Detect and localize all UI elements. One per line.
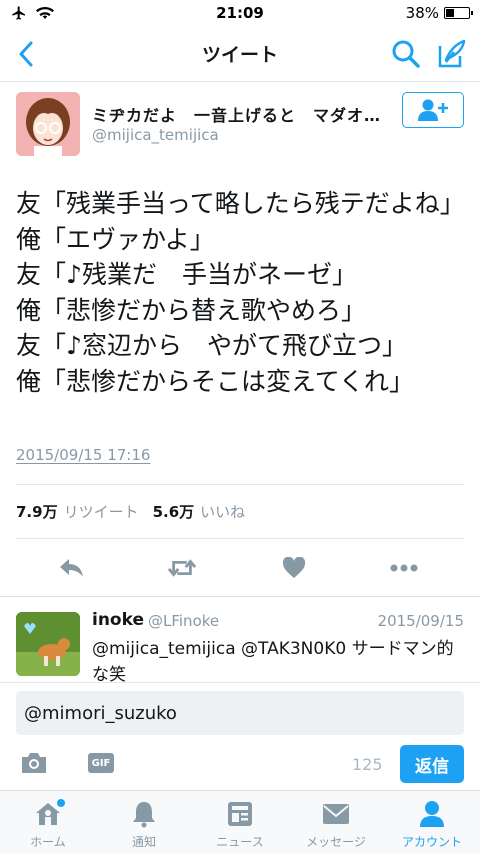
divider <box>0 596 480 597</box>
divider <box>16 484 464 485</box>
tab-account[interactable]: アカウント <box>384 791 480 854</box>
like-button[interactable] <box>280 554 308 582</box>
heart-icon <box>282 557 306 578</box>
follow-button[interactable] <box>402 92 464 128</box>
battery-percent: 38% <box>405 4 439 22</box>
char-count: 125 <box>352 755 383 774</box>
send-reply-button[interactable]: 返信 <box>400 745 464 783</box>
avatar[interactable] <box>16 92 80 156</box>
retweet-icon <box>168 559 196 577</box>
reply-avatar-image <box>16 612 80 676</box>
tab-label: 通知 <box>131 835 156 849</box>
tab-news[interactable]: ニュース <box>192 791 288 854</box>
reply-author-handle[interactable]: @LFinoke <box>148 612 219 630</box>
reply-date: 2015/09/15 <box>377 612 464 630</box>
retweet-button[interactable] <box>168 554 196 582</box>
reply-text: @mijica_temijica @TAK3N0K0 サードマン的な笑 <box>92 639 454 682</box>
divider <box>16 538 464 539</box>
search-icon <box>392 40 420 68</box>
notification-dot <box>57 799 65 807</box>
reply-avatar[interactable] <box>16 612 80 676</box>
compose-button[interactable] <box>436 38 468 70</box>
more-button[interactable] <box>390 554 418 582</box>
reply-composer: GIF 125 返信 <box>0 682 480 790</box>
tab-label: ニュース <box>216 835 264 849</box>
compose-icon <box>438 39 466 68</box>
reply-author-name[interactable]: inoke <box>92 610 144 630</box>
gif-button[interactable]: GIF <box>88 753 114 773</box>
battery-fill <box>446 9 454 17</box>
tab-label: ホーム <box>30 835 66 849</box>
reply-input[interactable] <box>16 691 464 735</box>
avatar-illustration <box>16 92 80 156</box>
display-name[interactable]: ミヂカだよ 一音上げると マダオ… <box>92 102 392 126</box>
reply-button[interactable] <box>58 554 86 582</box>
bell-icon <box>129 799 159 829</box>
add-user-icon <box>418 99 448 121</box>
user-handle[interactable]: @mijica_temijica <box>92 126 219 144</box>
status-right: 38% <box>405 4 473 22</box>
tweet-actions <box>0 550 480 586</box>
tweet-stats: 7.9万 リツイート 5.6万 いいね <box>16 501 259 522</box>
retweet-count[interactable]: 7.9万 <box>16 501 58 522</box>
nav-bar: ツイート <box>0 26 480 82</box>
tweet-text: 友「残業手当って略したら残テだよね」 俺「エヴァかよ」 友「♪残業だ 手当がネー… <box>16 189 465 396</box>
tab-notifications[interactable]: 通知 <box>96 791 192 854</box>
status-bar: 21:09 38% <box>0 0 480 26</box>
search-button[interactable] <box>390 38 422 70</box>
home-icon <box>33 799 65 829</box>
camera-button[interactable] <box>20 751 48 775</box>
retweet-label[interactable]: リツイート <box>64 501 139 522</box>
camera-icon <box>22 753 46 773</box>
tweet-timestamp[interactable]: 2015/09/15 17:16 <box>16 446 150 464</box>
more-icon <box>390 564 418 572</box>
tab-bar: ホーム 通知 ニュース メッセージ アカウント <box>0 790 480 854</box>
person-icon <box>417 799 447 829</box>
tab-home[interactable]: ホーム <box>0 791 96 854</box>
battery-icon <box>444 7 473 19</box>
tab-label: メッセージ <box>306 835 366 849</box>
tab-messages[interactable]: メッセージ <box>288 791 384 854</box>
envelope-icon <box>321 799 351 829</box>
news-icon <box>225 799 255 829</box>
like-label[interactable]: いいね <box>200 501 245 522</box>
tab-label: アカウント <box>401 835 462 849</box>
reply-icon <box>60 559 83 577</box>
like-count[interactable]: 5.6万 <box>153 501 195 522</box>
